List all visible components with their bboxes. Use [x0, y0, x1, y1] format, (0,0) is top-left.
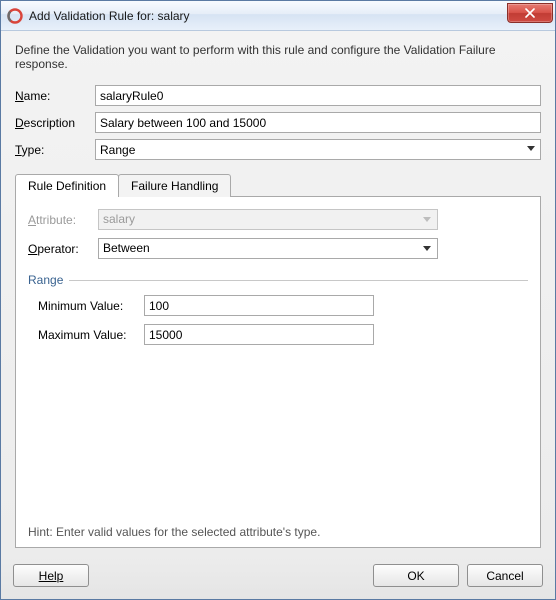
range-group-label: Range [28, 273, 528, 287]
hint-text: Hint: Enter valid values for the selecte… [28, 517, 528, 539]
tabpanel-rule-definition: Attribute: salary Operator: Between Rang… [15, 196, 541, 548]
label-name: Name: [15, 89, 95, 103]
row-min-value: Minimum Value: [38, 295, 528, 316]
tab-rule-definition[interactable]: Rule Definition [15, 174, 119, 197]
type-select-wrap [95, 139, 541, 160]
titlebar[interactable]: Add Validation Rule for: salary [1, 1, 555, 31]
min-value-input[interactable] [144, 295, 374, 316]
label-max-value: Maximum Value: [38, 328, 144, 342]
label-min-value: Minimum Value: [38, 299, 144, 313]
row-max-value: Maximum Value: [38, 324, 528, 345]
operator-value: Between [103, 241, 150, 255]
row-operator: Operator: Between [28, 238, 528, 259]
cancel-button[interactable]: Cancel [467, 564, 543, 587]
intro-text: Define the Validation you want to perfor… [15, 43, 541, 71]
max-value-input[interactable] [144, 324, 374, 345]
dialog-content: Define the Validation you want to perfor… [1, 31, 555, 556]
close-button[interactable] [507, 3, 553, 23]
tabstrip: Rule Definition Failure Handling [15, 174, 541, 197]
divider [69, 280, 528, 281]
dialog-footer: Help OK Cancel [1, 556, 555, 599]
app-icon [7, 8, 23, 24]
chevron-down-icon [420, 242, 434, 256]
help-button[interactable]: Help [13, 564, 89, 587]
label-description: Description [15, 116, 95, 130]
tabs-area: Rule Definition Failure Handling Attribu… [15, 174, 541, 548]
ok-button[interactable]: OK [373, 564, 459, 587]
row-description: Description [15, 112, 541, 133]
label-operator: Operator: [28, 242, 98, 256]
attribute-select: salary [98, 209, 438, 230]
row-name: Name: [15, 85, 541, 106]
attribute-value: salary [103, 212, 135, 226]
dialog-window: Add Validation Rule for: salary Define t… [0, 0, 556, 600]
close-icon [525, 8, 535, 18]
row-attribute: Attribute: salary [28, 209, 528, 230]
label-type: Type: [15, 143, 95, 157]
row-type: Type: [15, 139, 541, 160]
tab-failure-handling[interactable]: Failure Handling [118, 174, 231, 197]
window-title: Add Validation Rule for: salary [29, 9, 507, 23]
type-select[interactable] [95, 139, 541, 160]
description-input[interactable] [95, 112, 541, 133]
label-attribute: Attribute: [28, 213, 98, 227]
name-input[interactable] [95, 85, 541, 106]
operator-select[interactable]: Between [98, 238, 438, 259]
chevron-down-icon [420, 213, 434, 227]
